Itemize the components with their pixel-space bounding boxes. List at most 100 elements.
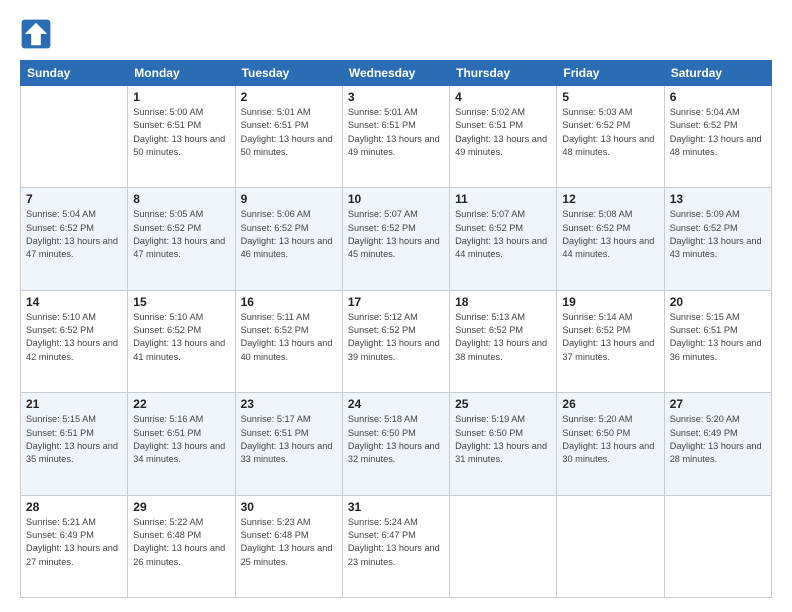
day-cell: 18 Sunrise: 5:13 AM Sunset: 6:52 PM Dayli… [450,290,557,392]
day-number: 15 [133,295,229,309]
day-cell: 19 Sunrise: 5:14 AM Sunset: 6:52 PM Dayli… [557,290,664,392]
day-info: Sunrise: 5:20 AM Sunset: 6:50 PM Dayligh… [562,413,658,466]
day-info: Sunrise: 5:18 AM Sunset: 6:50 PM Dayligh… [348,413,444,466]
day-number: 25 [455,397,551,411]
day-info: Sunrise: 5:23 AM Sunset: 6:48 PM Dayligh… [241,516,337,569]
day-cell: 1Sunrise: 5:00 AM Sunset: 6:51 PM Daylig… [128,86,235,188]
day-cell: 7 Sunrise: 5:04 AM Sunset: 6:52 PM Daylig… [21,188,128,290]
day-number: 3 [348,90,444,104]
day-info: Sunrise: 5:02 AM Sunset: 6:51 PM Dayligh… [455,106,551,159]
day-info: Sunrise: 5:20 AM Sunset: 6:49 PM Dayligh… [670,413,766,466]
day-number: 30 [241,500,337,514]
week-row-2: 7 Sunrise: 5:04 AM Sunset: 6:52 PM Daylig… [21,188,772,290]
day-info: Sunrise: 5:15 AM Sunset: 6:51 PM Dayligh… [26,413,122,466]
col-sunday: Sunday [21,61,128,86]
day-cell: 15 Sunrise: 5:10 AM Sunset: 6:52 PM Dayli… [128,290,235,392]
day-cell: 30 Sunrise: 5:23 AM Sunset: 6:48 PM Dayli… [235,495,342,597]
week-row-3: 14 Sunrise: 5:10 AM Sunset: 6:52 PM Dayli… [21,290,772,392]
day-cell: 23 Sunrise: 5:17 AM Sunset: 6:51 PM Dayli… [235,393,342,495]
day-cell: 9 Sunrise: 5:06 AM Sunset: 6:52 PM Daylig… [235,188,342,290]
col-friday: Friday [557,61,664,86]
day-cell: 20Sunrise: 5:15 AM Sunset: 6:51 PM Dayli… [664,290,771,392]
day-info: Sunrise: 5:04 AM Sunset: 6:52 PM Dayligh… [670,106,766,159]
day-number: 8 [133,192,229,206]
header [20,18,772,50]
day-number: 14 [26,295,122,309]
day-cell: 14 Sunrise: 5:10 AM Sunset: 6:52 PM Dayli… [21,290,128,392]
col-thursday: Thursday [450,61,557,86]
day-info: Sunrise: 5:14 AM Sunset: 6:52 PM Dayligh… [562,311,658,364]
day-number: 24 [348,397,444,411]
day-info: Sunrise: 5:12 AM Sunset: 6:52 PM Dayligh… [348,311,444,364]
day-info: Sunrise: 5:01 AM Sunset: 6:51 PM Dayligh… [348,106,444,159]
day-cell: 12 Sunrise: 5:08 AM Sunset: 6:52 PM Dayli… [557,188,664,290]
day-info: Sunrise: 5:04 AM Sunset: 6:52 PM Dayligh… [26,208,122,261]
day-number: 19 [562,295,658,309]
day-cell: 25 Sunrise: 5:19 AM Sunset: 6:50 PM Dayli… [450,393,557,495]
day-number: 7 [26,192,122,206]
day-number: 17 [348,295,444,309]
day-cell: 11 Sunrise: 5:07 AM Sunset: 6:52 PM Dayli… [450,188,557,290]
day-info: Sunrise: 5:07 AM Sunset: 6:52 PM Dayligh… [455,208,551,261]
day-cell: 28Sunrise: 5:21 AM Sunset: 6:49 PM Dayli… [21,495,128,597]
day-cell [21,86,128,188]
day-number: 23 [241,397,337,411]
day-number: 6 [670,90,766,104]
col-tuesday: Tuesday [235,61,342,86]
day-cell [450,495,557,597]
day-info: Sunrise: 5:22 AM Sunset: 6:48 PM Dayligh… [133,516,229,569]
calendar-page: Sunday Monday Tuesday Wednesday Thursday… [0,0,792,612]
day-number: 22 [133,397,229,411]
day-cell: 27Sunrise: 5:20 AM Sunset: 6:49 PM Dayli… [664,393,771,495]
day-info: Sunrise: 5:17 AM Sunset: 6:51 PM Dayligh… [241,413,337,466]
day-cell [557,495,664,597]
day-number: 10 [348,192,444,206]
day-info: Sunrise: 5:13 AM Sunset: 6:52 PM Dayligh… [455,311,551,364]
day-number: 5 [562,90,658,104]
day-cell: 2Sunrise: 5:01 AM Sunset: 6:51 PM Daylig… [235,86,342,188]
day-number: 16 [241,295,337,309]
day-cell: 8Sunrise: 5:05 AM Sunset: 6:52 PM Daylig… [128,188,235,290]
day-info: Sunrise: 5:06 AM Sunset: 6:52 PM Dayligh… [241,208,337,261]
day-cell: 5Sunrise: 5:03 AM Sunset: 6:52 PM Daylig… [557,86,664,188]
day-number: 13 [670,192,766,206]
day-info: Sunrise: 5:11 AM Sunset: 6:52 PM Dayligh… [241,311,337,364]
day-cell: 26 Sunrise: 5:20 AM Sunset: 6:50 PM Dayli… [557,393,664,495]
day-number: 26 [562,397,658,411]
day-info: Sunrise: 5:09 AM Sunset: 6:52 PM Dayligh… [670,208,766,261]
day-info: Sunrise: 5:19 AM Sunset: 6:50 PM Dayligh… [455,413,551,466]
header-row: Sunday Monday Tuesday Wednesday Thursday… [21,61,772,86]
day-cell [664,495,771,597]
day-cell: 31Sunrise: 5:24 AM Sunset: 6:47 PM Dayli… [342,495,449,597]
week-row-4: 21 Sunrise: 5:15 AM Sunset: 6:51 PM Dayli… [21,393,772,495]
day-cell: 4Sunrise: 5:02 AM Sunset: 6:51 PM Daylig… [450,86,557,188]
col-saturday: Saturday [664,61,771,86]
col-wednesday: Wednesday [342,61,449,86]
day-cell: 16 Sunrise: 5:11 AM Sunset: 6:52 PM Dayli… [235,290,342,392]
calendar-table: Sunday Monday Tuesday Wednesday Thursday… [20,60,772,598]
day-cell: 22 Sunrise: 5:16 AM Sunset: 6:51 PM Dayli… [128,393,235,495]
day-number: 29 [133,500,229,514]
week-row-1: 1Sunrise: 5:00 AM Sunset: 6:51 PM Daylig… [21,86,772,188]
day-cell: 21 Sunrise: 5:15 AM Sunset: 6:51 PM Dayli… [21,393,128,495]
logo [20,18,58,50]
day-number: 12 [562,192,658,206]
day-number: 28 [26,500,122,514]
day-info: Sunrise: 5:16 AM Sunset: 6:51 PM Dayligh… [133,413,229,466]
day-info: Sunrise: 5:15 AM Sunset: 6:51 PM Dayligh… [670,311,766,364]
col-monday: Monday [128,61,235,86]
day-info: Sunrise: 5:00 AM Sunset: 6:51 PM Dayligh… [133,106,229,159]
day-info: Sunrise: 5:08 AM Sunset: 6:52 PM Dayligh… [562,208,658,261]
day-number: 11 [455,192,551,206]
day-number: 9 [241,192,337,206]
day-number: 21 [26,397,122,411]
day-number: 31 [348,500,444,514]
week-row-5: 28Sunrise: 5:21 AM Sunset: 6:49 PM Dayli… [21,495,772,597]
logo-icon [20,18,52,50]
day-info: Sunrise: 5:10 AM Sunset: 6:52 PM Dayligh… [26,311,122,364]
day-info: Sunrise: 5:10 AM Sunset: 6:52 PM Dayligh… [133,311,229,364]
day-cell: 17 Sunrise: 5:12 AM Sunset: 6:52 PM Dayli… [342,290,449,392]
day-number: 2 [241,90,337,104]
day-cell: 10Sunrise: 5:07 AM Sunset: 6:52 PM Dayli… [342,188,449,290]
day-number: 18 [455,295,551,309]
